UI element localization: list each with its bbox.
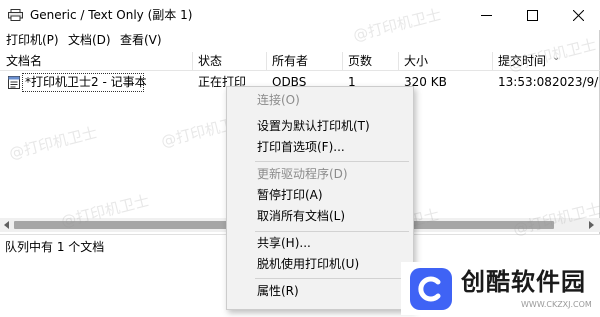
document-name: *打印机卫士2 - 记事本 [25, 75, 147, 89]
column-header-submitted[interactable]: 提交时间 [498, 54, 546, 69]
menu-separator [255, 231, 409, 232]
menu-view[interactable]: 查看(V) [120, 32, 162, 48]
brand-url: WWW.CKZXJ.COM [521, 300, 592, 309]
printer-icon [8, 9, 23, 21]
column-divider[interactable] [266, 52, 267, 71]
menu-item-offline[interactable]: 脱机使用打印机(U) [257, 256, 359, 272]
column-headers: 文档名 状态 所有者 页数 大小 提交时间 ⌄ [0, 52, 600, 71]
menu-item-preferences[interactable]: 打印首选项(F)... [257, 139, 345, 155]
column-divider[interactable] [398, 52, 399, 71]
menu-document[interactable]: 文档(D) [68, 32, 111, 48]
menu-separator [255, 278, 409, 279]
brand-badge: 创酷软件园 WWW.CKZXJ.COM [401, 262, 596, 315]
document-submit-time: 13:53:08 [498, 75, 552, 89]
menu-printer[interactable]: 打印机(P) [6, 32, 59, 48]
column-divider[interactable] [342, 52, 343, 71]
menu-bar: 打印机(P) 文档(D) 查看(V) [0, 30, 600, 50]
maximize-icon [526, 9, 538, 21]
column-header-owner[interactable]: 所有者 [272, 54, 308, 69]
close-icon [572, 9, 584, 21]
scroll-left-icon[interactable] [2, 220, 12, 230]
menu-item-update-driver: 更新驱动程序(D) [257, 167, 348, 181]
menu-item-cancel-all[interactable]: 取消所有文档(L) [257, 208, 345, 224]
column-divider[interactable] [492, 52, 493, 71]
menu-item-set-default[interactable]: 设置为默认打印机(T) [257, 118, 370, 134]
close-button[interactable] [555, 0, 600, 30]
brand-name: 创酷软件园 [461, 268, 586, 296]
menu-item-pause-printing[interactable]: 暂停打印(A) [257, 187, 323, 203]
minimize-icon [480, 14, 492, 16]
title-bar[interactable]: Generic / Text Only (副本 1) [0, 0, 600, 30]
chevron-down-icon: ⌄ [552, 52, 561, 63]
column-divider[interactable] [192, 52, 193, 71]
context-menu: 连接(O) 设置为默认打印机(T) 打印首选项(F)... 更新驱动程序(D) … [226, 86, 414, 310]
menu-item-properties[interactable]: 属性(R) [257, 283, 299, 299]
menu-separator [255, 161, 409, 162]
menu-item-share[interactable]: 共享(H)... [257, 235, 311, 251]
brand-logo-icon [410, 268, 452, 310]
queue-count-text: 队列中有 1 个文档 [5, 240, 105, 254]
scroll-right-icon[interactable] [586, 220, 596, 230]
minimize-button[interactable] [463, 0, 509, 30]
column-header-size[interactable]: 大小 [404, 54, 428, 69]
maximize-button[interactable] [509, 0, 555, 30]
document-submit-date: 2023/9/ [552, 75, 599, 89]
column-header-pages[interactable]: 页数 [348, 54, 372, 69]
document-icon [8, 76, 20, 89]
column-header-status[interactable]: 状态 [198, 54, 222, 69]
window-title: Generic / Text Only (副本 1) [30, 8, 193, 22]
menu-item-connect: 连接(O) [257, 93, 300, 107]
column-header-document[interactable]: 文档名 [6, 54, 42, 69]
